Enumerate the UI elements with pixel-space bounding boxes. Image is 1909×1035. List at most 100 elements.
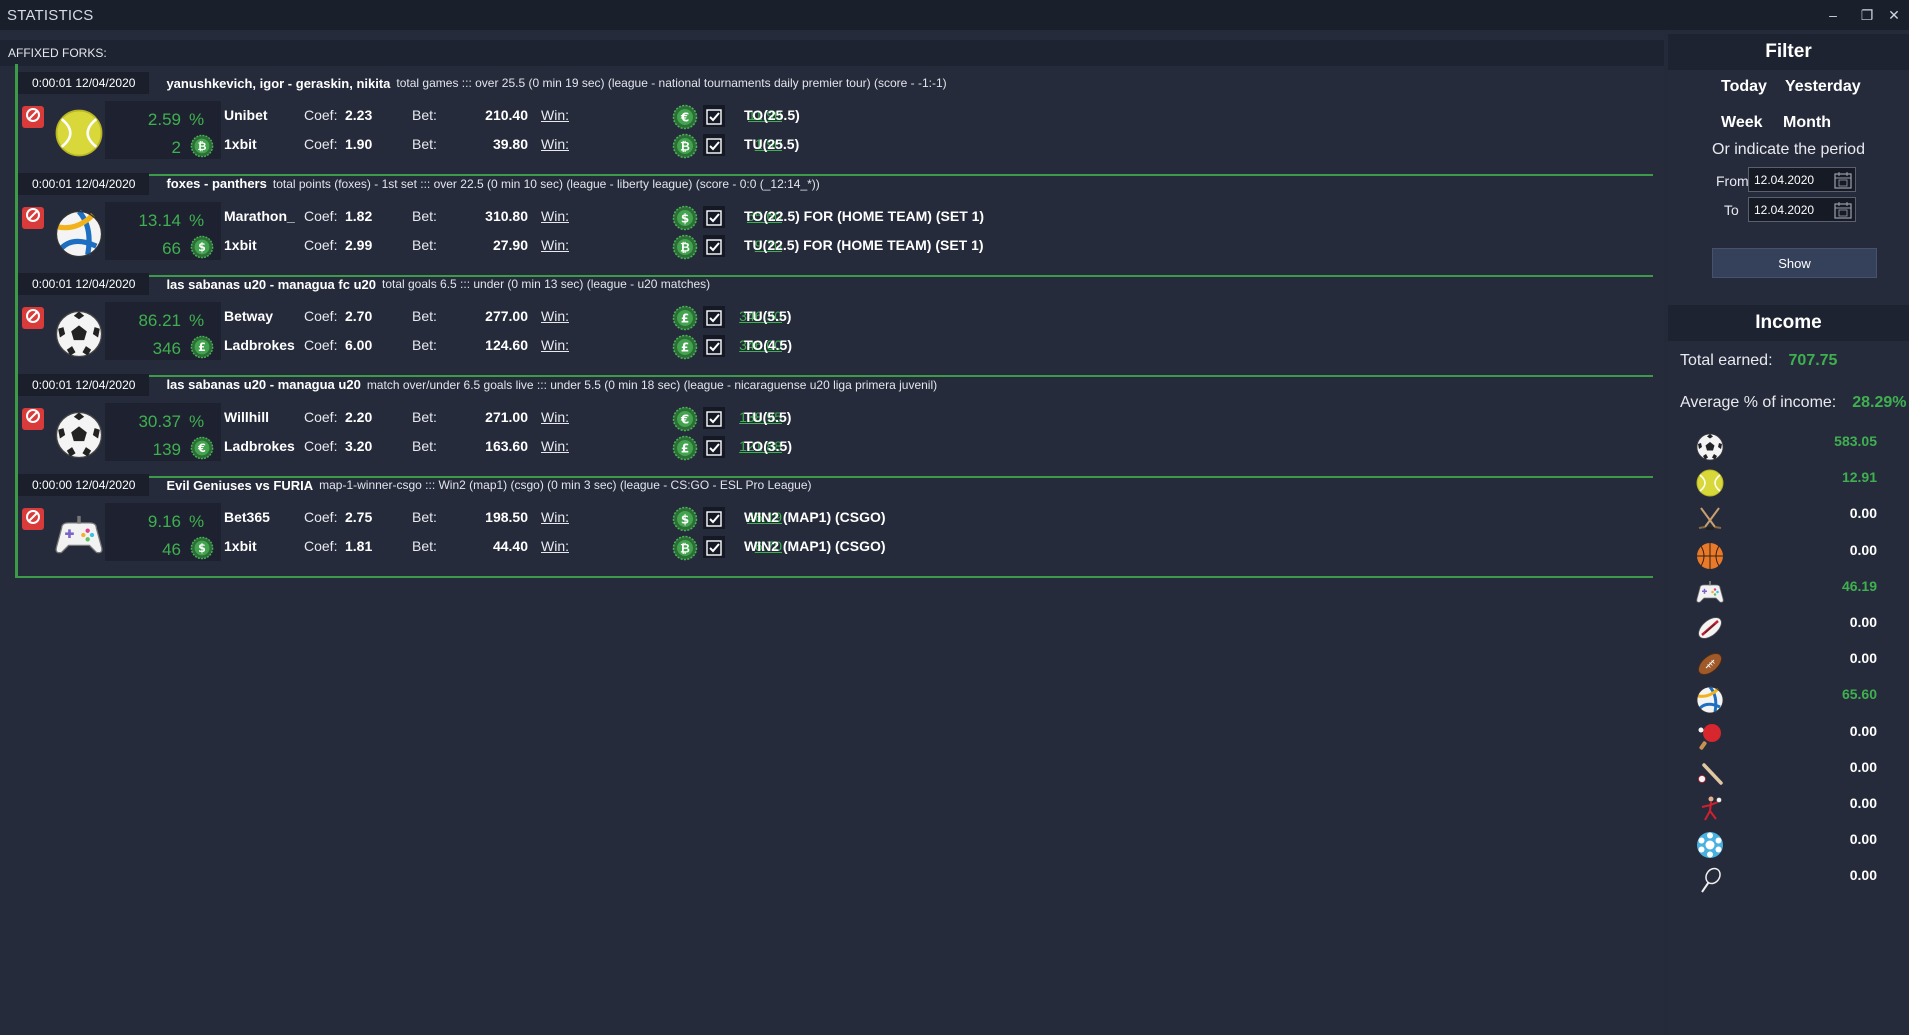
minimize-button[interactable]: – — [1818, 0, 1848, 30]
bet-checkbox[interactable] — [703, 536, 725, 558]
bookmaker-name[interactable]: Marathon_ — [224, 208, 295, 224]
remove-fork-button[interactable] — [22, 307, 44, 329]
fork-card: 0:00:01 12/04/2020 foxes - panthers total … — [15, 164, 1653, 277]
bet-row: 1xbit Coef: 2.99 Bet: 27.90 Win: 9.70 ₿ TU(22.5)… — [224, 233, 1424, 259]
month-button[interactable]: Month — [1783, 114, 1831, 132]
bet-checkbox[interactable] — [703, 435, 725, 459]
filter-panel: Filter Today Yesterday Week Month Or ind… — [1668, 30, 1909, 1035]
bookmaker-name[interactable]: Ladbrokes — [224, 438, 295, 454]
win-label[interactable]: Win: — [541, 337, 569, 353]
bet-checkbox[interactable] — [703, 205, 725, 228]
match-title: las sabanas u20 - managua fc u20 — [166, 276, 376, 292]
close-icon: ✕ — [1888, 6, 1900, 23]
from-label: From — [1716, 173, 1749, 189]
remove-fork-button[interactable] — [22, 407, 44, 430]
ban-icon — [25, 107, 41, 128]
to-date-field[interactable]: 12.04.2020 — [1748, 197, 1856, 222]
bet-value: 310.80 — [485, 207, 528, 224]
bet-value: 198.50 — [485, 509, 528, 525]
fork-stats: 2.59% 2 ₿ — [105, 101, 221, 159]
bet-checkbox[interactable] — [703, 306, 725, 328]
handball-icon — [1695, 794, 1725, 824]
win-label[interactable]: Win: — [541, 237, 569, 253]
win-label[interactable]: Win: — [541, 509, 569, 525]
fork-header: 0:00:01 12/04/2020 yanushkevich, igor - g… — [18, 72, 947, 94]
bet-value: 27.90 — [492, 236, 528, 253]
restore-button[interactable]: ❐ — [1852, 0, 1882, 30]
win-label[interactable]: Win: — [541, 136, 569, 152]
checkbox-checked-icon — [706, 238, 722, 258]
bet-outcome: TO(4.5) — [744, 337, 792, 353]
bet-checkbox[interactable] — [703, 105, 725, 127]
badminton-icon — [1695, 866, 1725, 896]
bet-outcome: TU(5.5) — [744, 308, 792, 324]
bookmaker-name[interactable]: Bet365 — [224, 509, 270, 525]
bookmaker-name[interactable]: 1xbit — [224, 538, 257, 554]
ban-icon — [25, 308, 41, 329]
fork-header: 0:00:01 12/04/2020 las sabanas u20 - mana… — [18, 373, 937, 396]
bet-checkbox[interactable] — [703, 134, 725, 156]
restore-icon: ❐ — [1860, 6, 1874, 23]
show-button[interactable]: Show — [1712, 248, 1877, 278]
sport-income-value: 0.00 — [1849, 722, 1877, 739]
win-label[interactable]: Win: — [541, 208, 569, 224]
bet-value: 210.40 — [485, 107, 528, 123]
bet-checkbox[interactable] — [703, 335, 725, 357]
remove-fork-button[interactable] — [22, 106, 44, 128]
match-title: yanushkevich, igor - geraskin, nikita — [166, 75, 391, 91]
bet-checkbox[interactable] — [703, 406, 725, 429]
checkbox-checked-icon — [706, 439, 722, 459]
week-button[interactable]: Week — [1721, 114, 1763, 132]
pound-coin-icon: £ — [672, 334, 698, 360]
yesterday-button[interactable]: Yesterday — [1785, 78, 1861, 96]
win-label[interactable]: Win: — [541, 107, 569, 123]
soccer-icon — [53, 308, 105, 360]
svg-text:€: € — [197, 442, 206, 455]
coef-value: 1.82 — [345, 207, 373, 224]
bookmaker-name[interactable]: 1xbit — [224, 237, 257, 253]
volleyball-icon — [53, 208, 105, 260]
fork-time: 0:00:00 12/04/2020 — [18, 474, 150, 496]
american-football-icon — [1695, 649, 1725, 679]
remove-fork-button[interactable] — [22, 206, 44, 229]
sport-income-value: 0.00 — [1849, 867, 1877, 884]
win-label[interactable]: Win: — [541, 308, 569, 324]
calendar-icon[interactable] — [1834, 171, 1852, 189]
bookmaker-name[interactable]: Ladbrokes — [224, 337, 295, 353]
today-button[interactable]: Today — [1721, 78, 1767, 96]
coef-label: Coef: — [304, 136, 338, 152]
bitcoin-coin-icon: ₿ — [672, 133, 698, 159]
coef-label: Coef: — [304, 337, 338, 353]
hockey-icon — [1695, 504, 1725, 534]
average-income-label: Average % of income: — [1680, 394, 1837, 411]
bet-checkbox[interactable] — [703, 507, 725, 529]
close-button[interactable]: ✕ — [1879, 0, 1909, 30]
from-date-field[interactable]: 12.04.2020 — [1748, 167, 1856, 192]
bookmaker-name[interactable]: Willhill — [224, 409, 269, 425]
match-description: map-1-winner-csgo ::: Win2 (map1) (csgo)… — [319, 478, 812, 492]
section-title: AFFIXED FORKS: — [0, 40, 1664, 66]
win-label[interactable]: Win: — [541, 409, 569, 425]
svg-text:€: € — [680, 111, 689, 125]
bet-label: Bet: — [412, 538, 437, 554]
income-sport-row: 0.00 — [1668, 719, 1909, 755]
bet-outcome: TO(3.5) — [744, 437, 792, 454]
percent-sign: % — [189, 512, 205, 531]
remove-fork-button[interactable] — [22, 508, 44, 530]
fork-stats: 86.21% 346 £ — [105, 302, 221, 360]
bet-row: Betway Coef: 2.70 Bet: 277.00 Win: 346.30 £ TU(5… — [224, 304, 1424, 331]
bet-label: Bet: — [412, 107, 437, 123]
svg-text:£: £ — [198, 341, 206, 354]
svg-text:$: $ — [198, 542, 206, 555]
win-label[interactable]: Win: — [541, 438, 569, 454]
bet-checkbox[interactable] — [703, 234, 725, 258]
win-label[interactable]: Win: — [541, 538, 569, 554]
sport-income-value: 0.00 — [1849, 795, 1877, 811]
bookmaker-name[interactable]: Unibet — [224, 107, 268, 123]
calendar-icon[interactable] — [1834, 201, 1852, 219]
bookmaker-name[interactable]: Betway — [224, 308, 273, 324]
bet-value: 163.60 — [485, 437, 528, 454]
forks-panel: AFFIXED FORKS: 0:00:01 12/04/2020 yanushk… — [0, 30, 1664, 1035]
income-sport-row: 0.00 — [1668, 827, 1909, 863]
bookmaker-name[interactable]: 1xbit — [224, 136, 257, 152]
